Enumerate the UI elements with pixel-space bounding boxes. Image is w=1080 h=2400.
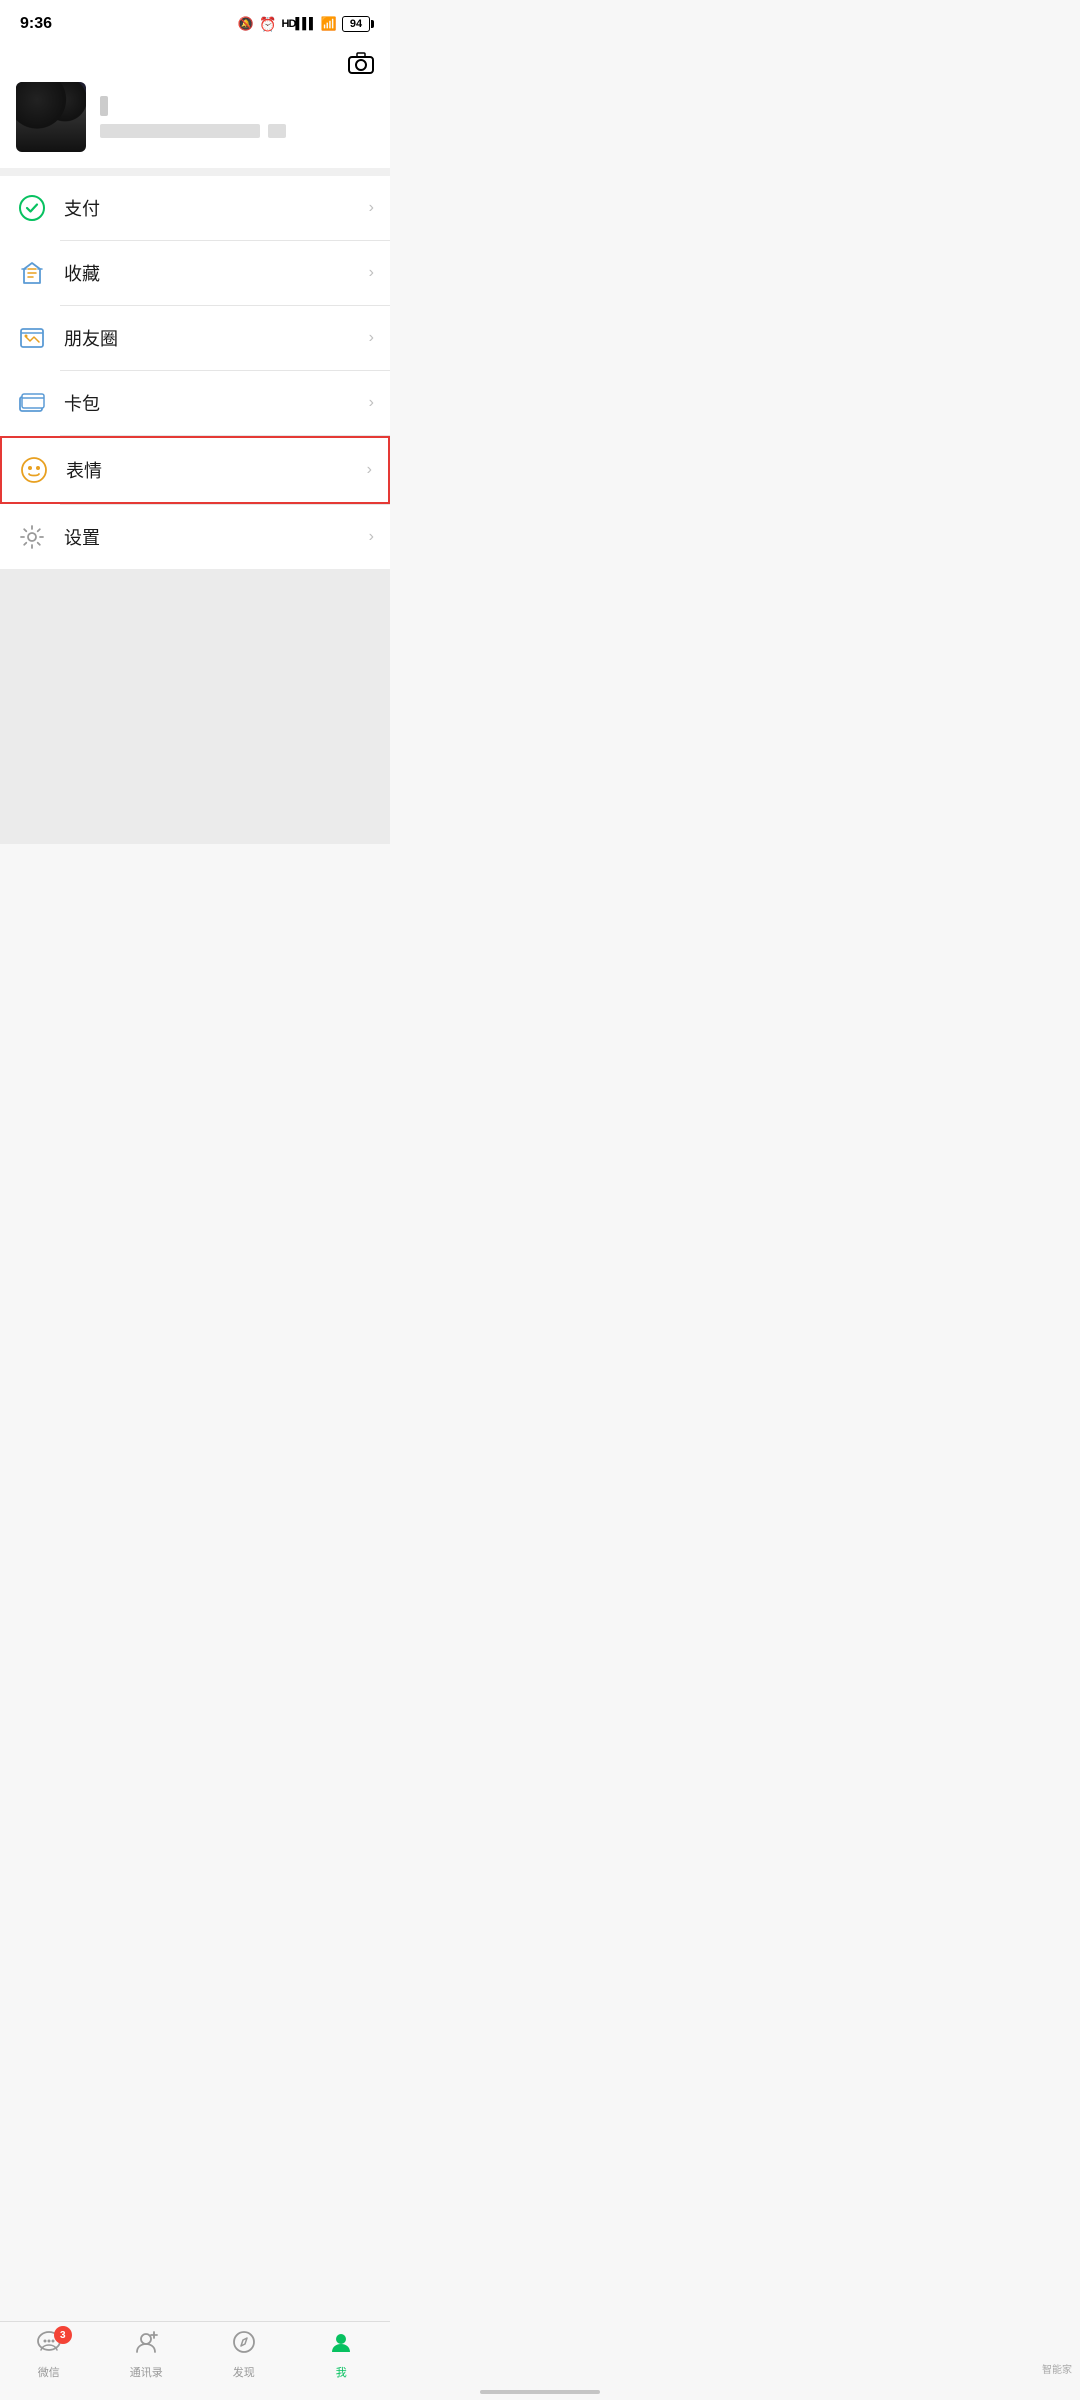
favorites-icon [16, 257, 48, 289]
bottom-gray-area [0, 569, 390, 844]
camera-icon[interactable] [348, 52, 374, 80]
alarm-icon: ⏰ [259, 16, 276, 33]
wechat-nav-icon: 3 [36, 2330, 62, 2361]
nav-item-discover[interactable]: 发现 [209, 2330, 279, 2380]
nav-item-contacts[interactable]: 通讯录 [111, 2330, 181, 2380]
battery-indicator: 94 [342, 16, 370, 32]
stickers-label: 表情 [66, 457, 367, 483]
wifi-icon: 📶 [321, 16, 337, 32]
payment-label: 支付 [64, 195, 369, 221]
profile-info [100, 96, 374, 138]
menu-item-stickers[interactable]: 表情 › [0, 436, 390, 504]
avatar [16, 82, 86, 152]
section-divider-top [0, 168, 390, 176]
settings-label: 设置 [64, 524, 369, 550]
status-time: 9:36 [20, 15, 52, 33]
discover-nav-icon [231, 2330, 257, 2361]
profile-id [100, 124, 260, 138]
menu-item-payment[interactable]: 支付 › [0, 176, 390, 240]
moments-label: 朋友圈 [64, 325, 369, 351]
cards-label: 卡包 [64, 390, 369, 416]
nav-item-wechat[interactable]: 3 微信 [14, 2330, 84, 2380]
contacts-nav-icon [133, 2330, 159, 2361]
discover-nav-label: 发现 [233, 2364, 255, 2380]
favorites-label: 收藏 [64, 260, 369, 286]
payment-icon [16, 192, 48, 224]
wechat-badge: 3 [54, 2326, 72, 2344]
cards-arrow: › [369, 394, 374, 412]
profile-section[interactable] [16, 82, 374, 152]
moments-icon [16, 322, 48, 354]
me-nav-icon [328, 2330, 354, 2361]
wechat-nav-label: 微信 [38, 2364, 60, 2380]
contacts-nav-label: 通讯录 [130, 2364, 163, 2380]
bottom-navigation: 3 微信 通讯录 发现 我 [0, 2321, 390, 2400]
home-indicator [480, 2390, 600, 2394]
menu-item-moments[interactable]: 朋友圈 › [0, 306, 390, 370]
favorites-arrow: › [369, 264, 374, 282]
profile-name [100, 96, 108, 116]
menu-section: 支付 › 收藏 › [0, 176, 390, 569]
me-nav-label: 我 [336, 2364, 347, 2380]
profile-qr [268, 124, 286, 138]
watermark: 智能家 [1042, 2361, 1072, 2376]
menu-item-settings[interactable]: 设置 › [0, 505, 390, 569]
mute-icon: 🔕 [238, 16, 254, 32]
signal-icon: HD▌▌▌ [282, 18, 316, 30]
moments-arrow: › [369, 329, 374, 347]
stickers-icon [18, 454, 50, 486]
payment-arrow: › [369, 199, 374, 217]
status-bar: 9:36 🔕 ⏰ HD▌▌▌ 📶 94 [0, 0, 390, 44]
nav-item-me[interactable]: 我 [306, 2330, 376, 2380]
menu-item-favorites[interactable]: 收藏 › [0, 241, 390, 305]
settings-icon [16, 521, 48, 553]
stickers-arrow: › [367, 461, 372, 479]
profile-header [0, 44, 390, 168]
menu-item-cards[interactable]: 卡包 › [0, 371, 390, 435]
cards-icon [16, 387, 48, 419]
status-icons: 🔕 ⏰ HD▌▌▌ 📶 94 [238, 16, 370, 33]
settings-arrow: › [369, 528, 374, 546]
